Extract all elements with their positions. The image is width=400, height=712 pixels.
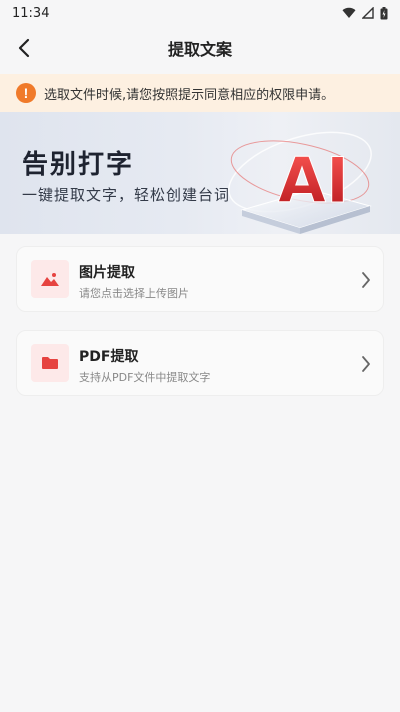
- folder-icon-box: [31, 344, 69, 382]
- status-time: 11:34: [12, 5, 50, 21]
- ai-text-logo: AI: [278, 144, 350, 218]
- image-extract-desc: 请您点击选择上传图片: [79, 287, 189, 300]
- wifi-icon: [342, 7, 356, 19]
- status-bar: 11:34: [0, 0, 400, 26]
- banner-title: 告别打字: [22, 150, 135, 180]
- promo-banner: 告别打字 一键提取文字，轻松创建台词 AI: [0, 112, 400, 234]
- chevron-left-icon: [18, 38, 30, 58]
- notice-text: 选取文件时候,请您按照提示同意相应的权限申请。: [44, 87, 335, 103]
- ai-illustration: AI: [228, 131, 372, 234]
- pdf-extract-card[interactable]: PDF提取 支持从PDF文件中提取文字: [16, 330, 384, 396]
- battery-icon: [380, 6, 388, 19]
- status-icons: [342, 6, 388, 20]
- nav-bar: 提取文案: [0, 26, 400, 70]
- pdf-extract-desc: 支持从PDF文件中提取文字: [79, 371, 211, 384]
- page-title: 提取文案: [167, 40, 232, 59]
- image-extract-title: 图片提取: [79, 265, 135, 281]
- chevron-right-icon: [362, 356, 370, 372]
- warning-icon: !: [16, 83, 36, 103]
- banner-subtitle: 一键提取文字，轻松创建台词: [22, 186, 231, 204]
- signal-icon: [362, 7, 374, 19]
- ai-logo-text: AI: [278, 144, 349, 217]
- chevron-right-icon: [362, 272, 370, 288]
- image-extract-card[interactable]: 图片提取 请您点击选择上传图片: [16, 246, 384, 312]
- pdf-extract-title: PDF提取: [79, 349, 139, 365]
- image-icon-box: [31, 260, 69, 298]
- image-icon: [41, 273, 59, 286]
- folder-icon: [42, 357, 58, 369]
- back-button[interactable]: [10, 34, 38, 62]
- permission-notice: ! 选取文件时候,请您按照提示同意相应的权限申请。: [0, 74, 400, 112]
